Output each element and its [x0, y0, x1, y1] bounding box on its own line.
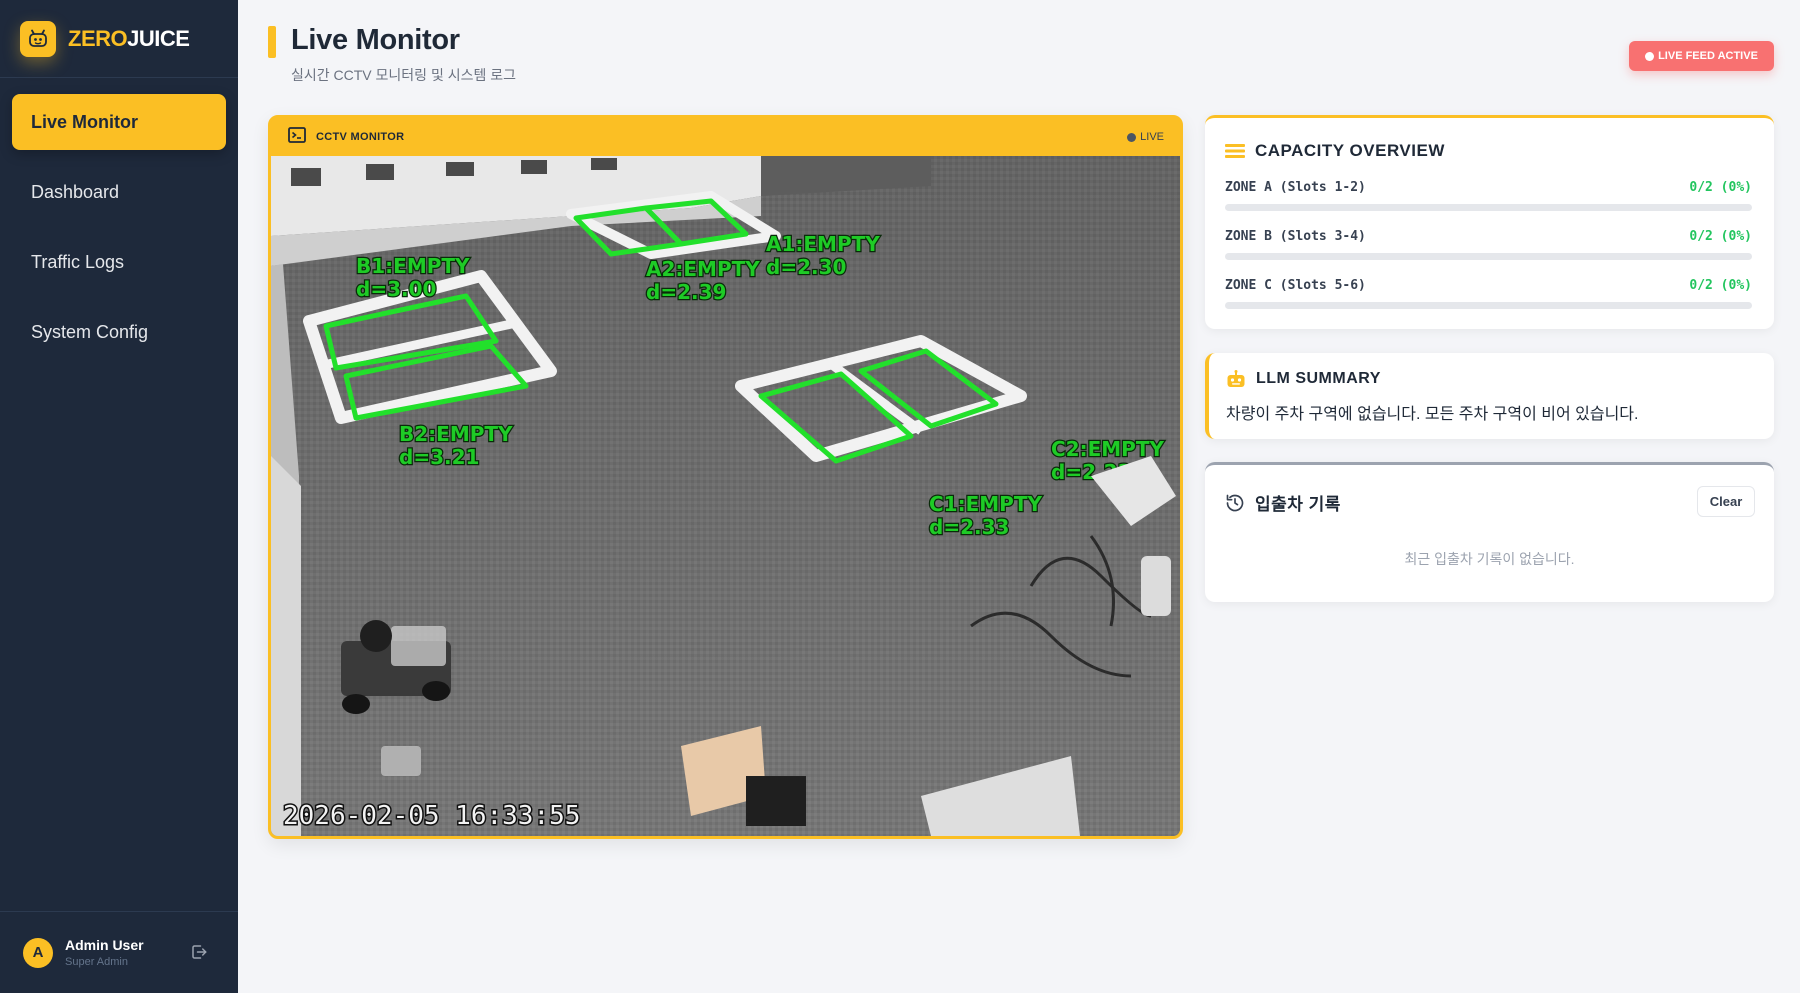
- live-feed-badge: LIVE FEED ACTIVE: [1629, 41, 1774, 71]
- llm-summary-title: LLM SUMMARY: [1226, 370, 1381, 388]
- user-name: Admin User: [65, 937, 144, 953]
- user-role: Super Admin: [65, 956, 128, 968]
- capacity-overview-title-text: CAPACITY OVERVIEW: [1255, 141, 1445, 160]
- list-icon: [1225, 143, 1245, 159]
- brand[interactable]: ZEROJUICE: [0, 0, 238, 78]
- sidebar-item-traffic-logs[interactable]: Traffic Logs: [12, 234, 226, 290]
- avatar[interactable]: A: [23, 937, 53, 968]
- slot-label-a2: A2:EMPTY: [646, 257, 760, 281]
- slot-dist-b2: d=3.21: [399, 445, 479, 469]
- logout-icon[interactable]: [190, 943, 208, 961]
- entry-exit-log-title: 입출차 기록: [1225, 490, 1341, 515]
- llm-summary-text: 차량이 주차 구역에 없습니다. 모든 주차 구역이 비어 있습니다.: [1226, 406, 1639, 423]
- zone-progress-bar: [1225, 204, 1752, 211]
- zone-value: 0/2 (0%): [1689, 278, 1752, 293]
- slot-dist-a2: d=2.39: [646, 280, 726, 304]
- cctv-timestamp: 2026-02-05 16:33:55: [283, 801, 580, 831]
- zone-value: 0/2 (0%): [1689, 180, 1752, 195]
- page-title: Live Monitor: [291, 24, 460, 56]
- robot-icon: [1226, 370, 1246, 388]
- sidebar-item-dashboard[interactable]: Dashboard: [12, 164, 226, 220]
- zone-progress-bar: [1225, 302, 1752, 309]
- live-feed-badge-label: LIVE FEED ACTIVE: [1658, 50, 1758, 62]
- brand-name-part1: ZERO: [68, 25, 128, 51]
- llm-summary-card: LLM SUMMARY 차량이 주차 구역에 없습니다. 모든 주차 구역이 비…: [1205, 353, 1774, 439]
- zone-name: ZONE B (Slots 3-4): [1225, 229, 1366, 244]
- zone-progress-bar: [1225, 253, 1752, 260]
- cctv-video-feed[interactable]: B1:EMPTY d=3.00 A2:EMPTY d=2.39 A1:EMPTY…: [271, 156, 1180, 836]
- zone-name: ZONE A (Slots 1-2): [1225, 180, 1366, 195]
- terminal-icon: [288, 126, 306, 148]
- slot-label-a1: A1:EMPTY: [766, 232, 880, 256]
- slot-dist-c1: d=2.33: [929, 515, 1009, 539]
- cctv-live-label: LIVE: [1140, 131, 1164, 143]
- sidebar-nav: Live Monitor Dashboard Traffic Logs Syst…: [0, 78, 238, 360]
- entry-exit-log-card: 입출차 기록 Clear 최근 입출차 기록이 없습니다.: [1205, 462, 1774, 602]
- cctv-title: CCTV MONITOR: [316, 131, 405, 143]
- sidebar-item-system-config[interactable]: System Config: [12, 304, 226, 360]
- brand-name: ZEROJUICE: [68, 25, 190, 52]
- slot-label-c1: C1:EMPTY: [929, 492, 1042, 516]
- zone-c: ZONE C (Slots 5-6) 0/2 (0%): [1225, 278, 1752, 309]
- zone-b: ZONE B (Slots 3-4) 0/2 (0%): [1225, 229, 1752, 260]
- live-dot-icon: [1645, 51, 1655, 61]
- zone-name: ZONE C (Slots 5-6): [1225, 278, 1366, 293]
- slot-label-b2: B2:EMPTY: [399, 422, 513, 446]
- cctv-live-indicator: LIVE: [1127, 131, 1164, 143]
- slot-label-b1: B1:EMPTY: [356, 254, 470, 278]
- history-icon: [1225, 493, 1245, 513]
- zone-a: ZONE A (Slots 1-2) 0/2 (0%): [1225, 180, 1752, 211]
- sidebar: ZEROJUICE Live Monitor Dashboard Traffic…: [0, 0, 238, 993]
- clear-button[interactable]: Clear: [1697, 486, 1755, 517]
- cctv-header: CCTV MONITOR LIVE: [271, 118, 1180, 156]
- empty-log-message: 최근 입출차 기록이 없습니다.: [1404, 551, 1575, 567]
- robot-logo-icon: [20, 20, 56, 57]
- live-dot-icon: [1127, 132, 1137, 142]
- sidebar-item-live-monitor[interactable]: Live Monitor: [12, 94, 226, 150]
- page-subtitle: 실시간 CCTV 모니터링 및 시스템 로그: [291, 67, 516, 83]
- slot-dist-b1: d=3.00: [356, 277, 436, 301]
- slot-dist-a1: d=2.30: [766, 255, 846, 279]
- capacity-overview-title: CAPACITY OVERVIEW: [1225, 141, 1445, 161]
- title-accent-bar: [268, 26, 276, 58]
- capacity-overview-card: CAPACITY OVERVIEW ZONE A (Slots 1-2) 0/2…: [1205, 115, 1774, 329]
- user-profile: A Admin User Super Admin: [0, 911, 238, 993]
- llm-summary-title-text: LLM SUMMARY: [1256, 370, 1381, 387]
- entry-exit-log-title-text: 입출차 기록: [1255, 495, 1341, 514]
- cctv-panel: CCTV MONITOR LIVE B1:EMPTY d=3.00 A2:EMP…: [268, 115, 1183, 839]
- brand-name-part2: JUICE: [127, 25, 190, 51]
- zone-value: 0/2 (0%): [1689, 229, 1752, 244]
